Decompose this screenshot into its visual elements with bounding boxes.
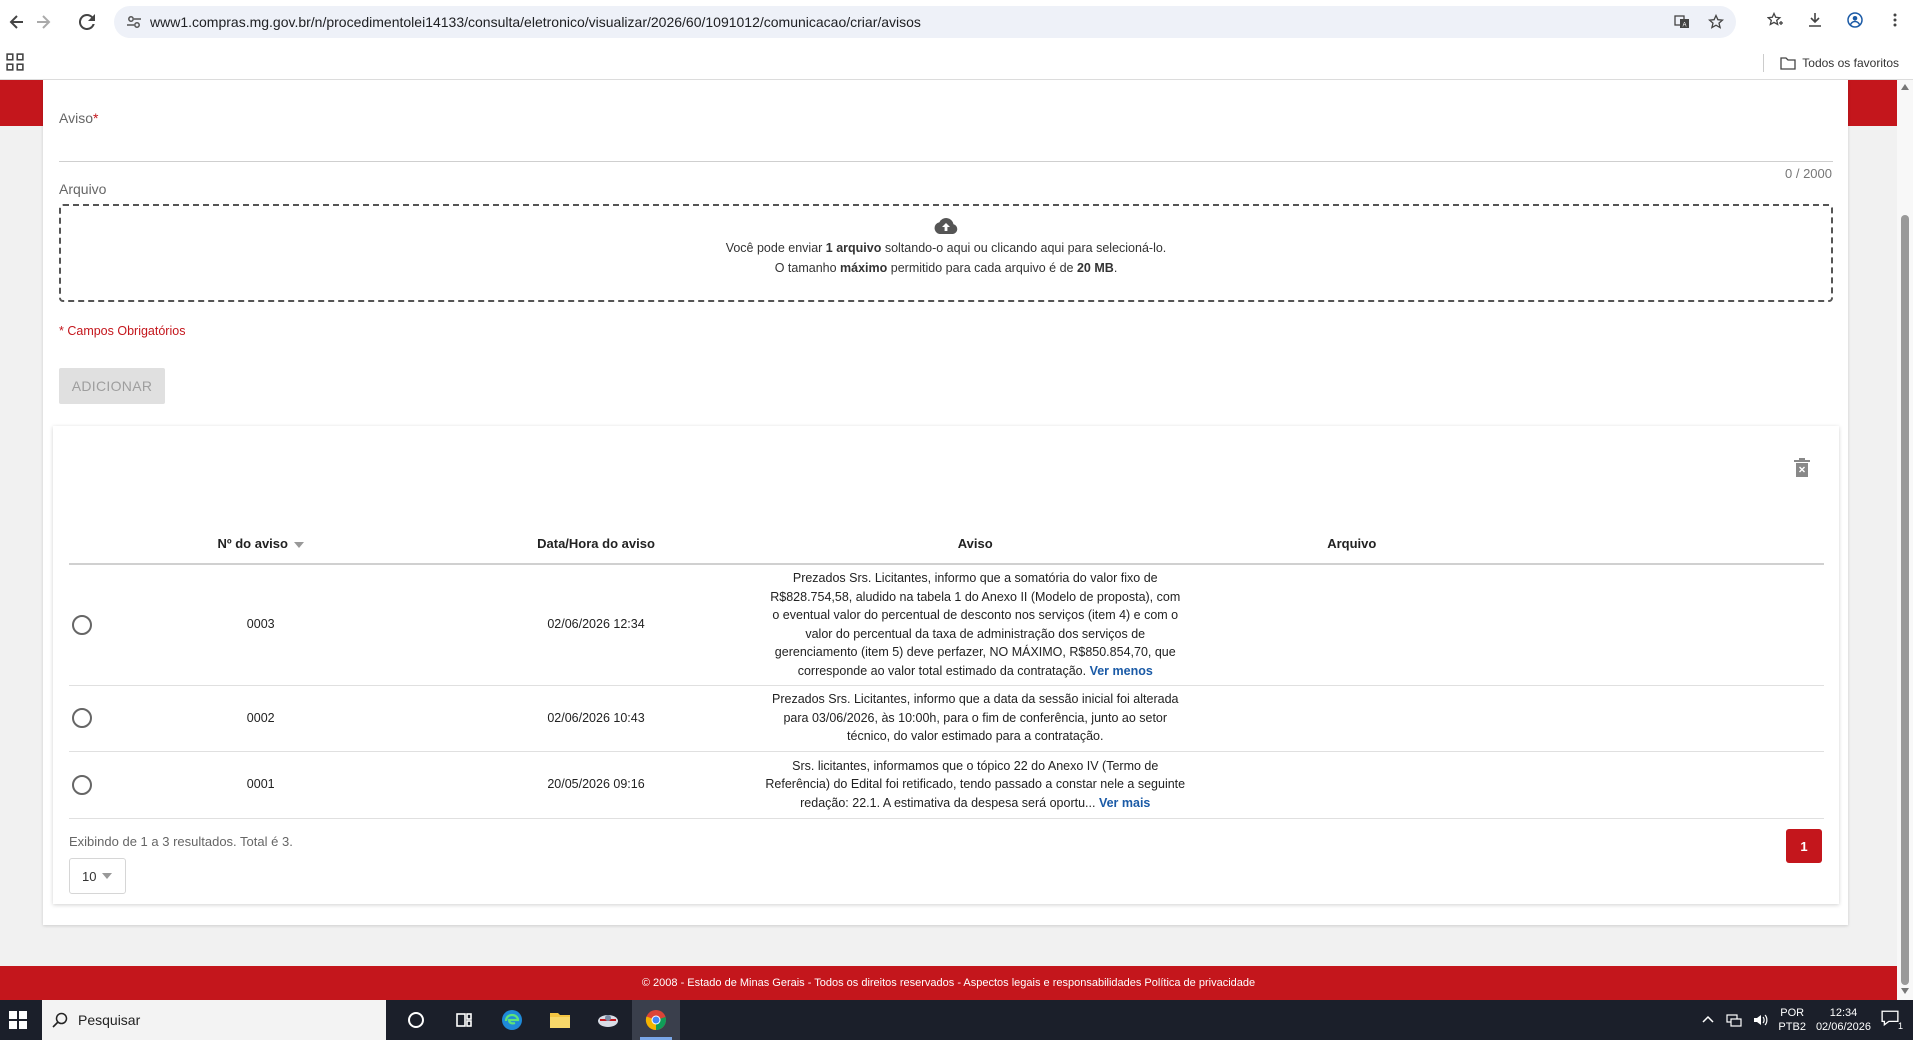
cell-aviso: Prezados Srs. Licitantes, informo que a …: [765, 685, 1186, 752]
row-select-radio[interactable]: [71, 774, 92, 795]
header-red-band-right: [1848, 80, 1897, 126]
cell-aviso: Srs. licitantes, informamos que o tópico…: [765, 751, 1186, 819]
cell-numero: 0001: [94, 751, 427, 819]
required-mark: *: [92, 110, 99, 126]
notification-count: 1: [1897, 1021, 1903, 1031]
taskbar-search-placeholder: Pesquisar: [78, 1012, 141, 1028]
windows-taskbar: Pesquisar POR PTB2 12:34 02/06/2026 1: [0, 1000, 1913, 1040]
profile-icon[interactable]: [1845, 10, 1865, 30]
volume-icon[interactable]: [1752, 1012, 1768, 1028]
table-row[interactable]: 0003 02/06/2026 12:34 Prezados Srs. Lici…: [69, 564, 1824, 686]
cell-numero: 0003: [94, 564, 427, 686]
address-bar[interactable]: www1.compras.mg.gov.br/n/procedimentolei…: [114, 6, 1736, 38]
avisos-table: Nº do aviso Data/Hora do aviso Aviso Arq…: [69, 524, 1824, 819]
form-card: Aviso* 0 / 2000 Arquivo Você pode enviar…: [43, 80, 1848, 925]
cell-arquivo: [1185, 564, 1519, 686]
table-header-row: Nº do aviso Data/Hora do aviso Aviso Arq…: [69, 524, 1824, 565]
search-icon: [52, 1012, 68, 1028]
header-spacer: [1518, 524, 1824, 565]
table-row[interactable]: 0002 02/06/2026 10:43 Prezados Srs. Lici…: [69, 685, 1824, 752]
aviso-field-label: Aviso*: [59, 110, 99, 126]
notification-icon: [1881, 1010, 1899, 1027]
menu-kebab-icon[interactable]: [1885, 10, 1905, 30]
system-tray: POR PTB2 12:34 02/06/2026 1: [1700, 1000, 1903, 1040]
scroll-up-icon[interactable]: [1901, 84, 1909, 90]
bookmark-star-icon[interactable]: [1706, 12, 1726, 32]
cell-spacer: [1518, 751, 1824, 819]
translate-icon[interactable]: A: [1672, 12, 1692, 32]
chrome-icon[interactable]: [632, 1000, 680, 1040]
table-row[interactable]: 0001 20/05/2026 09:16 Srs. licitantes, i…: [69, 751, 1824, 819]
dropzone-line-2: O tamanho máximo permitido para cada arq…: [774, 261, 1118, 275]
svg-text:A: A: [1682, 23, 1686, 29]
all-favorites-label: Todos os favoritos: [1802, 56, 1899, 70]
results-summary: Exibindo de 1 a 3 resultados. Total é 3.: [69, 834, 293, 849]
file-dropzone[interactable]: Você pode enviar 1 arquivo soltando-o aq…: [59, 204, 1833, 302]
scroll-thumb[interactable]: [1901, 215, 1909, 985]
reload-icon[interactable]: [72, 7, 102, 37]
delete-icon[interactable]: [1793, 458, 1811, 478]
cell-spacer: [1518, 564, 1824, 686]
header-numero[interactable]: Nº do aviso: [94, 524, 427, 565]
page-content: Aviso* 0 / 2000 Arquivo Você pode enviar…: [0, 80, 1897, 1000]
dropzone-line-1: Você pode enviar 1 arquivo soltando-o aq…: [725, 241, 1167, 255]
page-scrollbar[interactable]: [1897, 80, 1913, 1000]
row-select-radio[interactable]: [71, 614, 92, 635]
chevron-up-icon[interactable]: [1700, 1012, 1716, 1028]
cloud-upload-icon: [934, 218, 958, 234]
cortana-circle-icon[interactable]: [392, 1000, 440, 1040]
edge-browser-icon[interactable]: [488, 1000, 536, 1040]
cell-data: 02/06/2026 10:43: [426, 685, 766, 752]
site-footer: © 2008 - Estado de Minas Gerais - Todos …: [0, 966, 1897, 1000]
cell-data: 02/06/2026 12:34: [426, 564, 766, 686]
row-select-radio[interactable]: [71, 708, 92, 729]
folder-icon: [1780, 57, 1796, 70]
file-explorer-icon[interactable]: [536, 1000, 584, 1040]
scroll-down-icon[interactable]: [1901, 988, 1909, 994]
header-data-hora[interactable]: Data/Hora do aviso: [426, 524, 766, 565]
page-size-select[interactable]: 10: [69, 858, 126, 894]
bookmarks-bar: Todos os favoritos: [0, 44, 1913, 80]
cell-spacer: [1518, 685, 1824, 752]
windows-start-icon[interactable]: [0, 1000, 36, 1040]
sort-desc-icon[interactable]: [293, 541, 304, 548]
url-text[interactable]: www1.compras.mg.gov.br/n/procedimentolei…: [150, 14, 921, 30]
forward-icon[interactable]: [28, 7, 58, 37]
input-language[interactable]: POR PTB2: [1778, 1006, 1806, 1034]
ver-menos-link[interactable]: Ver menos: [1090, 664, 1153, 678]
notification-center[interactable]: 1: [1881, 1009, 1903, 1031]
network-icon[interactable]: [1726, 1012, 1743, 1028]
cell-arquivo: [1185, 751, 1519, 819]
apps-grid-icon[interactable]: [6, 53, 24, 71]
cell-arquivo: [1185, 685, 1519, 752]
cell-numero: 0002: [94, 685, 427, 752]
cell-data: 20/05/2026 09:16: [426, 751, 766, 819]
app-cloud-icon[interactable]: [584, 1000, 632, 1040]
required-fields-note: * Campos Obrigatórios: [59, 324, 186, 338]
download-icon[interactable]: [1805, 10, 1825, 30]
aviso-input[interactable]: [59, 132, 1833, 162]
taskbar-clock[interactable]: 12:34 02/06/2026: [1816, 1006, 1871, 1034]
pagination-page-1[interactable]: 1: [1786, 829, 1822, 863]
arquivo-field-label: Arquivo: [59, 181, 107, 197]
header-arquivo[interactable]: Arquivo: [1185, 524, 1519, 565]
ver-mais-link[interactable]: Ver mais: [1099, 796, 1150, 810]
header-select: [69, 524, 95, 565]
task-view-icon[interactable]: [440, 1000, 488, 1040]
header-aviso[interactable]: Aviso: [765, 524, 1186, 565]
favorites-icon[interactable]: [1765, 10, 1785, 30]
taskbar-search[interactable]: Pesquisar: [42, 1000, 386, 1040]
site-settings-icon[interactable]: [126, 14, 142, 30]
all-favorites-folder[interactable]: Todos os favoritos: [1763, 54, 1899, 72]
chevron-down-icon: [102, 873, 113, 879]
avisos-table-card: Nº do aviso Data/Hora do aviso Aviso Arq…: [53, 426, 1839, 904]
character-counter: 0 / 2000: [1785, 166, 1832, 181]
header-red-band-left: [0, 80, 43, 126]
cell-aviso: Prezados Srs. Licitantes, informo que a …: [765, 564, 1186, 686]
browser-toolbar: www1.compras.mg.gov.br/n/procedimentolei…: [0, 0, 1913, 44]
bookmarks-separator: [1763, 54, 1765, 72]
add-button[interactable]: ADICIONAR: [59, 368, 165, 404]
